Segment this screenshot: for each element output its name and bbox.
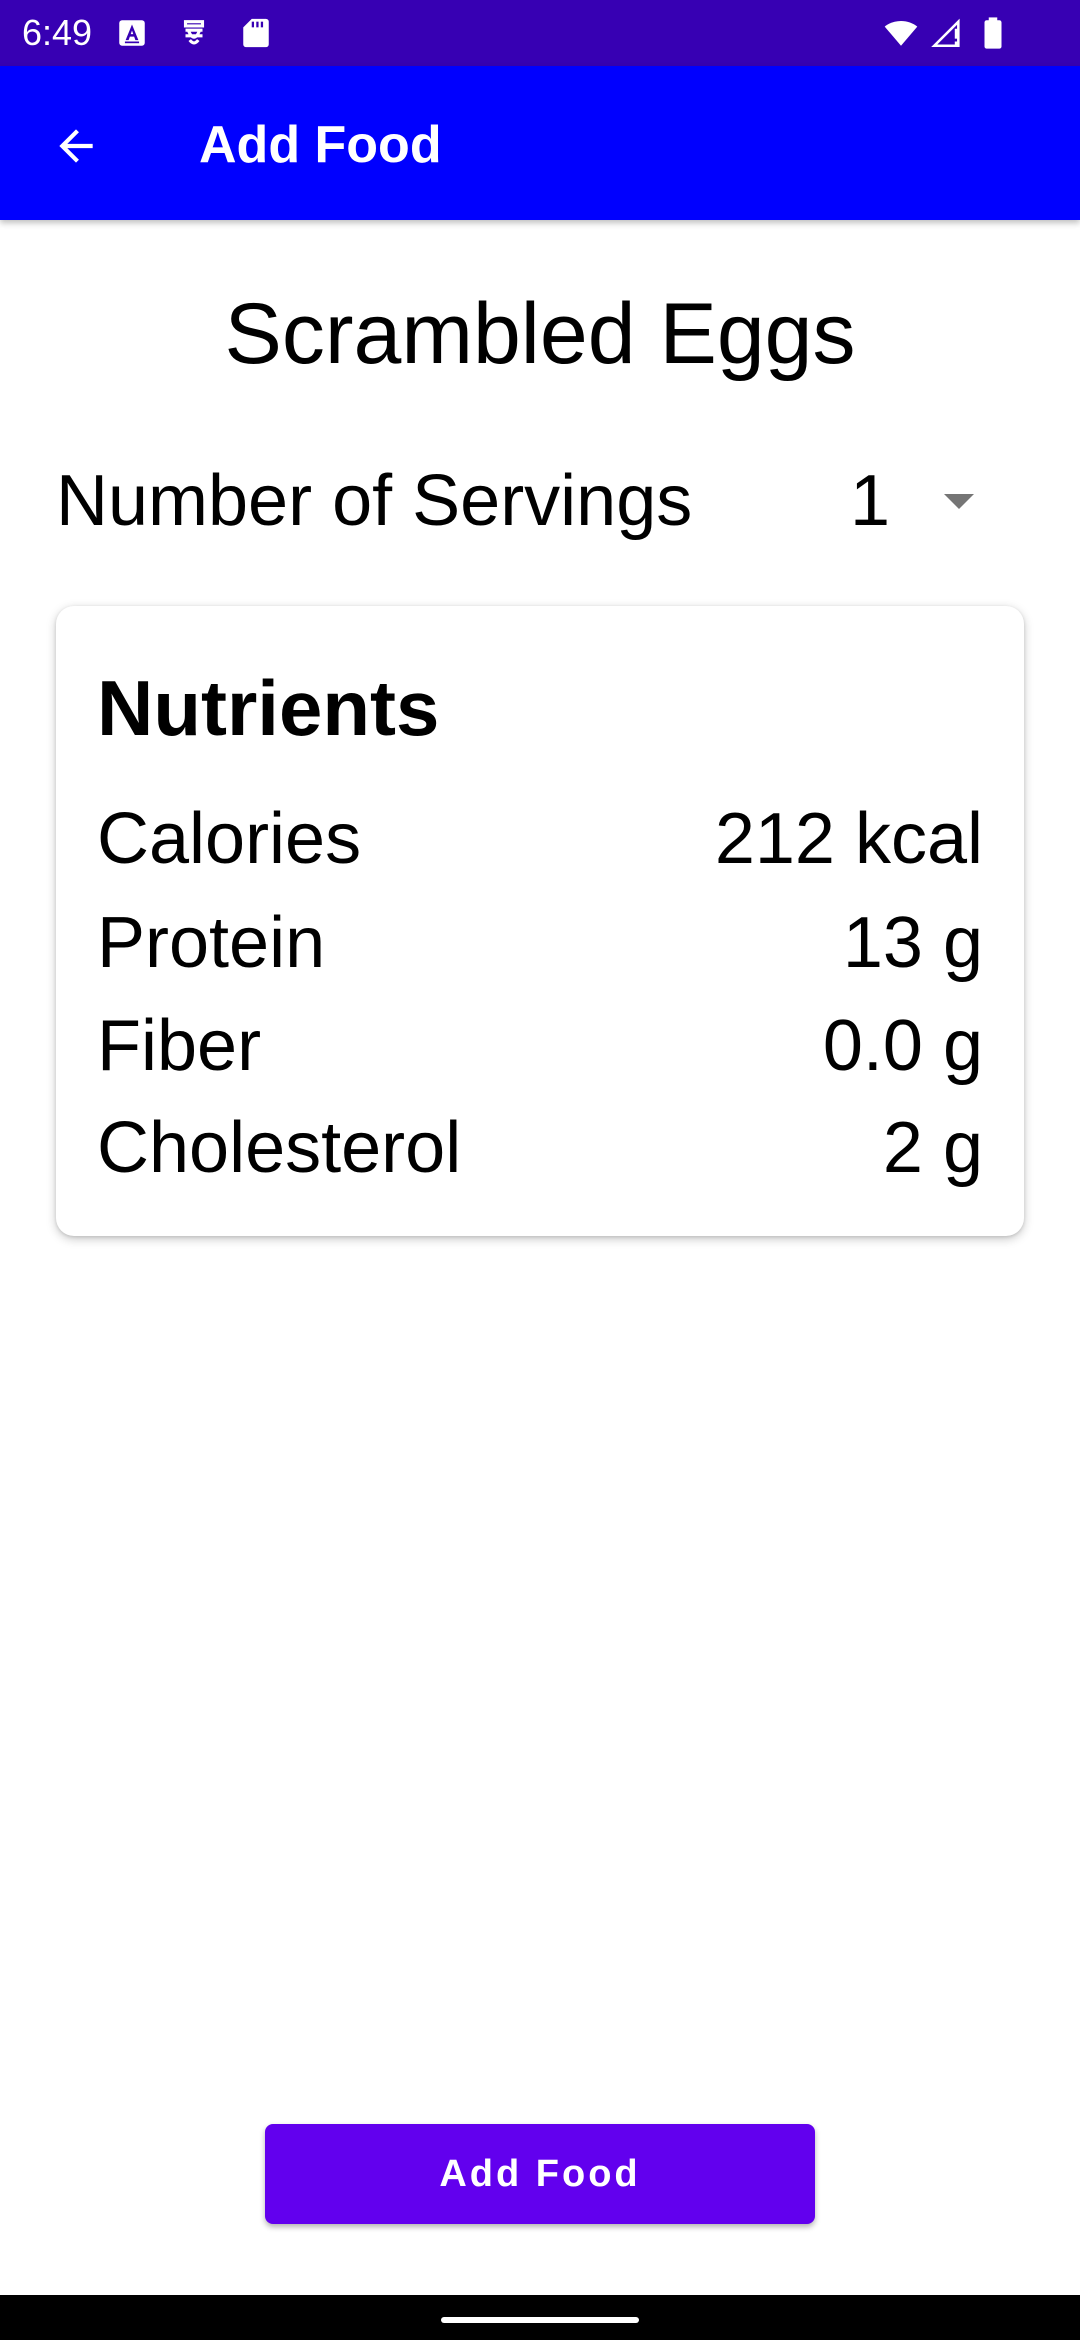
status-time: 6:49 bbox=[22, 12, 93, 53]
nutrients-title: Nutrients bbox=[97, 664, 440, 752]
nutrient-row-protein: Protein 13 g bbox=[97, 893, 983, 993]
back-button[interactable] bbox=[36, 106, 116, 186]
app-bar: Add Food bbox=[0, 66, 1080, 220]
battery-icon bbox=[984, 17, 1002, 49]
nutrient-name: Fiber bbox=[97, 1006, 262, 1086]
nutrient-value: 2 g bbox=[882, 1108, 983, 1188]
servings-dropdown[interactable]: 1 bbox=[830, 446, 1010, 556]
nutrients-card: Nutrients Calories 212 kcal Protein 13 g… bbox=[56, 606, 1024, 1236]
settings-notification-icon bbox=[183, 20, 205, 45]
food-name: Scrambled Eggs bbox=[224, 286, 856, 382]
servings-label: Number of Servings bbox=[56, 461, 693, 541]
dropdown-arrow-icon bbox=[944, 494, 974, 509]
nutrient-name: Cholesterol bbox=[97, 1108, 462, 1188]
nutrient-row-calories: Calories 212 kcal bbox=[97, 789, 983, 889]
arrow-back-icon bbox=[59, 129, 93, 163]
servings-value: 1 bbox=[850, 461, 891, 541]
wifi-icon bbox=[884, 20, 918, 46]
navigation-bar bbox=[0, 2295, 1080, 2340]
nutrient-row-fiber: Fiber 0.0 g bbox=[97, 996, 983, 1096]
home-gesture-handle[interactable] bbox=[441, 2317, 639, 2323]
nutrient-value: 13 g bbox=[842, 903, 983, 983]
nutrient-row-cholesterol: Cholesterol 2 g bbox=[97, 1098, 983, 1198]
signal-icon bbox=[931, 18, 960, 48]
nutrient-value: 0.0 g bbox=[822, 1006, 983, 1086]
nutrient-name: Protein bbox=[97, 903, 326, 983]
add-food-button[interactable]: Add Food bbox=[265, 2124, 815, 2224]
nutrient-value: 212 kcal bbox=[714, 799, 983, 879]
sd-card-icon bbox=[243, 18, 269, 48]
status-bar: 6:49 bbox=[0, 0, 1080, 66]
nutrient-name: Calories bbox=[97, 799, 362, 879]
page-title: Add Food bbox=[199, 116, 442, 174]
a-notification-icon bbox=[119, 20, 145, 46]
